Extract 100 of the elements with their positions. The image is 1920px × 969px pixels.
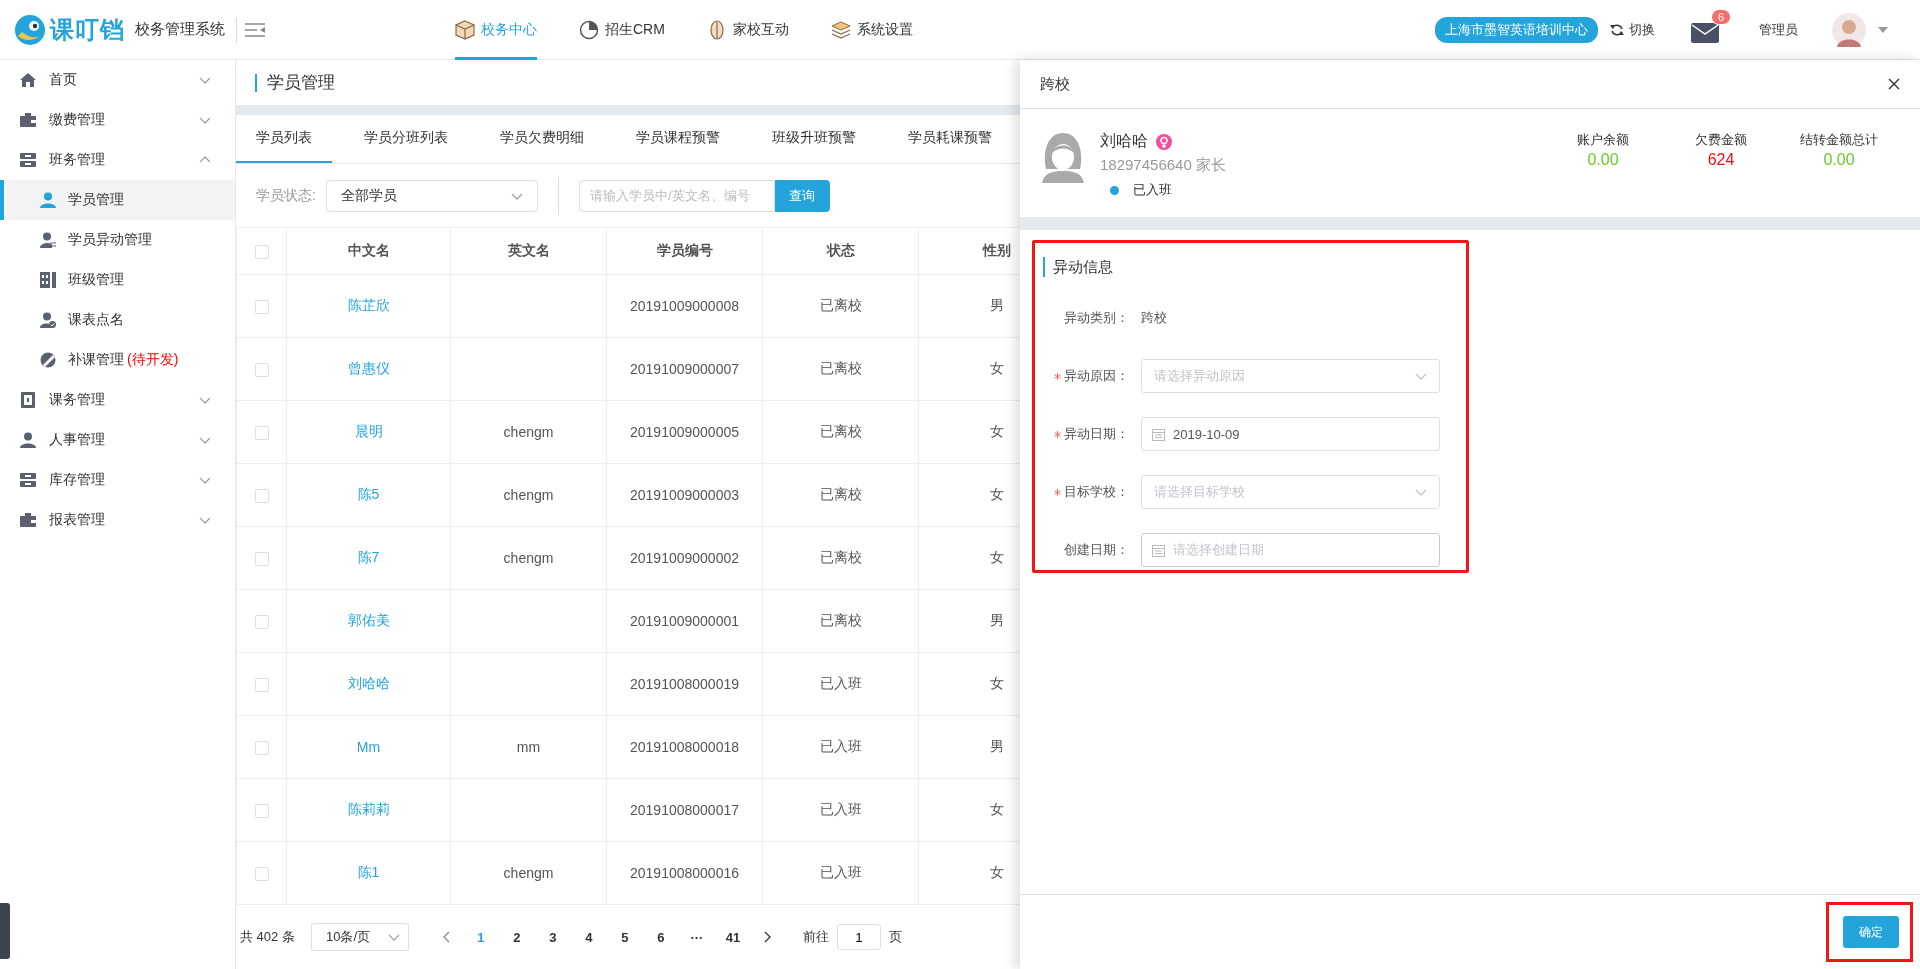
table-cell: 女 <box>989 423 1004 439</box>
table-cell: 已离校 <box>819 360 862 376</box>
sidebar-item[interactable]: 学员管理 <box>0 180 235 220</box>
page-number[interactable]: 4 <box>570 929 607 945</box>
sidebar-item[interactable]: 人事管理 <box>0 420 235 460</box>
table-cell: mm <box>516 739 541 755</box>
table-cell: chengm <box>503 865 554 881</box>
sidebar-item[interactable]: 课务管理 <box>0 380 235 420</box>
table-cell: 20191009000002 <box>630 550 739 566</box>
table-cell: 男 <box>989 738 1004 754</box>
female-icon <box>1156 133 1172 150</box>
table-cell: 20191009000001 <box>630 613 739 629</box>
table-cell: 已入班 <box>819 801 862 817</box>
date-field[interactable]: 2019-10-09 <box>1141 417 1440 451</box>
goto-label: 前往 <box>802 928 829 946</box>
column-header: 英文名 <box>450 227 607 275</box>
sidebar-item[interactable]: 首页 <box>0 60 235 100</box>
table-cell: 20191009000005 <box>630 424 739 440</box>
column-header: 中文名 <box>286 227 451 275</box>
sidebar-item[interactable]: 补课管理 (待开发) <box>0 340 235 380</box>
status-text: 已入班 <box>1133 181 1172 199</box>
checkbox[interactable] <box>254 615 269 630</box>
checkbox[interactable] <box>254 552 269 567</box>
tab[interactable]: 班级升班预警 <box>752 115 876 164</box>
table-cell: 女 <box>989 549 1004 565</box>
stat-value: 0.00 <box>1822 151 1856 169</box>
calendar-icon <box>1152 543 1165 557</box>
tab[interactable]: 学员列表 <box>236 115 332 164</box>
page-title: 学员管理 <box>255 73 335 92</box>
stat-value: 0.00 <box>1586 151 1620 169</box>
tab[interactable]: 学员欠费明细 <box>480 115 604 164</box>
checkbox[interactable] <box>254 741 269 756</box>
checkbox[interactable] <box>254 363 269 378</box>
sidebar-item[interactable]: 报表管理 <box>0 500 235 540</box>
person-icon <box>20 432 36 448</box>
calendar-icon <box>1152 427 1165 441</box>
user-swap-icon <box>40 232 56 248</box>
table-cell: 已离校 <box>819 549 862 565</box>
search-field[interactable]: 请输入学员中/英文名、编号 <box>578 179 775 212</box>
page-number[interactable]: 6 <box>642 929 679 945</box>
table-cell: 已离校 <box>819 612 862 628</box>
tab[interactable]: 学员课程预警 <box>616 115 740 164</box>
table-cell: 女 <box>989 486 1004 502</box>
checkbox[interactable] <box>254 678 269 693</box>
status-select[interactable]: 全部学员 <box>325 179 538 212</box>
page-number[interactable]: 5 <box>606 929 643 945</box>
avatar-icon <box>1832 12 1866 47</box>
tab[interactable]: 学员耗课预警 <box>888 115 1012 164</box>
sidebar-item[interactable]: 缴费管理 <box>0 100 235 140</box>
checkbox[interactable] <box>254 489 269 504</box>
column-header: 学员编号 <box>606 227 763 275</box>
filter-label: 学员状态: <box>256 186 316 205</box>
menu-icon <box>245 21 265 38</box>
table-cell: 男 <box>989 612 1004 628</box>
cabinet-icon <box>20 472 36 488</box>
sidebar-item[interactable]: 库存管理 <box>0 460 235 500</box>
side-handle[interactable] <box>0 903 10 959</box>
pie-chart-icon <box>579 19 599 40</box>
table-cell: 20191009000007 <box>630 361 739 377</box>
field-label: 创建日期： <box>1064 541 1129 559</box>
field-value: 跨校 <box>1141 309 1167 327</box>
page-input[interactable]: 1 <box>836 924 881 950</box>
table-cell: 已离校 <box>819 486 862 502</box>
page-number[interactable]: 41 <box>714 929 751 945</box>
checkbox[interactable] <box>254 867 269 882</box>
table-cell: 女 <box>989 360 1004 376</box>
stat-label: 欠费金额 <box>1694 131 1748 149</box>
sidebar-item[interactable]: 班务管理 <box>0 140 235 180</box>
page-suffix: 页 <box>888 928 902 946</box>
close-icon[interactable] <box>1888 78 1900 90</box>
checkbox[interactable] <box>254 426 269 441</box>
home-icon <box>20 72 36 88</box>
status-dot <box>1110 185 1119 195</box>
checkbox[interactable] <box>254 300 269 315</box>
logo-text: 课叮铛 <box>50 14 125 45</box>
table-cell: 女 <box>989 864 1004 880</box>
field-label: 异动类别： <box>1064 309 1129 327</box>
sidebar-item[interactable]: 班级管理 <box>0 260 235 300</box>
page-number[interactable]: 3 <box>534 929 571 945</box>
switch-link[interactable]: 切换 <box>1610 20 1655 39</box>
table-cell: chengm <box>503 487 554 503</box>
caret-icon <box>1878 26 1888 33</box>
more-pages[interactable]: ··· <box>678 929 715 945</box>
checkbox[interactable] <box>254 245 269 260</box>
checkbox[interactable] <box>254 804 269 819</box>
total-count: 共 402 条 <box>240 928 295 946</box>
sidebar-item[interactable]: 学员异动管理 <box>0 220 235 260</box>
cabinet-icon <box>20 152 36 168</box>
table-cell: 已入班 <box>819 864 862 880</box>
avatar-icon <box>1042 131 1084 183</box>
page-size-select[interactable]: 10条/页 <box>310 923 409 951</box>
tab[interactable]: 学员分班列表 <box>344 115 468 164</box>
table-cell: 男 <box>989 297 1004 313</box>
page-number[interactable]: 2 <box>498 929 535 945</box>
sidebar-item[interactable]: 课表点名 <box>0 300 235 340</box>
nav-item[interactable]: 招生CRM <box>579 0 665 60</box>
nav-item[interactable]: 系统设置 <box>830 0 913 60</box>
user-name[interactable]: 管理员 <box>1759 20 1798 39</box>
table-cell: 已入班 <box>819 738 862 754</box>
nav-item[interactable]: 家校互动 <box>706 0 789 60</box>
